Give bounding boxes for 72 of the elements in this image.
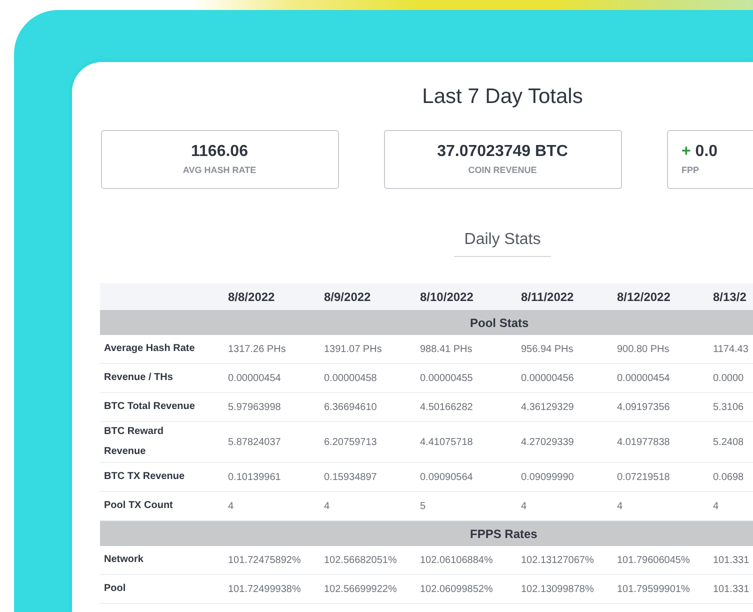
total-value: 37.07023749 BTC — [437, 142, 568, 162]
total-label: AVG HASH RATE — [182, 164, 256, 176]
row-label: Average Hash Rate — [104, 342, 196, 356]
table-cell: 988.41 PHs — [420, 344, 472, 354]
table-cell: 1391.07 PHs — [324, 344, 382, 354]
table-cell: 0.15934897 — [324, 472, 377, 482]
table-cell: 6.20759713 — [324, 436, 377, 448]
table-cell: 101.331 — [713, 554, 750, 566]
table-cell: 4 — [617, 500, 623, 512]
total-label: FPP — [682, 164, 700, 176]
table-cell: 0.00000458 — [324, 372, 377, 384]
table-cell: 101.331 — [713, 584, 750, 594]
table-cell: 102.13127067% — [521, 554, 594, 566]
table-cell: 4.41075718 — [420, 436, 473, 448]
table-cell: 1317.26 PHs — [228, 344, 286, 354]
table-cell: 5 — [420, 500, 426, 512]
table-cell: 5.3106 — [713, 402, 744, 412]
table-cell: 0.10139961 — [228, 472, 281, 482]
table-cell: 102.06106884% — [420, 554, 493, 566]
table-cell: 5.87824037 — [228, 436, 281, 448]
table-cell: 0.09090564 — [420, 472, 473, 482]
table-cell: 0.0000 — [713, 372, 744, 384]
table-cell: 0.00000456 — [521, 372, 574, 384]
table-cell: 102.56699922% — [324, 584, 397, 594]
table-cell: 101.79599901% — [617, 584, 690, 594]
table-cell: 0.09099990 — [521, 472, 574, 482]
table-cell: 900.80 PHs — [617, 344, 670, 354]
row-label: BTC Total Revenue — [104, 400, 196, 414]
column-header: 8/8/2022 — [228, 290, 275, 304]
column-header: 8/9/2022 — [324, 290, 371, 304]
table-cell: 956.94 PHs — [521, 344, 574, 354]
table-cell: 6.36694610 — [324, 402, 377, 412]
section-heading: Daily Stats — [454, 230, 551, 257]
total-value: + 0.0 — [682, 142, 718, 162]
section-title: FPPS Rates — [469, 526, 538, 540]
column-header: 8/11/2022 — [521, 290, 574, 304]
row-label: BTC Reward Revenue — [104, 425, 164, 459]
table-cell: 101.72499938% — [228, 584, 301, 594]
section-title: Pool Stats — [469, 316, 529, 330]
table-cell: 5.97963998 — [228, 402, 281, 412]
table-cell: 4 — [713, 500, 719, 512]
row-label: Network — [104, 553, 144, 567]
table-cell: 4.36129329 — [521, 402, 574, 412]
table-cell: 1174.43 — [713, 344, 748, 354]
row-label: Revenue / THs — [104, 371, 174, 385]
table-cell: 4 — [228, 500, 234, 512]
table-cell: 0.00000454 — [228, 372, 281, 384]
table-cell: 4.27029339 — [521, 436, 574, 448]
table-cell: 4.09197356 — [617, 402, 670, 412]
table-cell: 4 — [324, 500, 330, 512]
row-label: BTC TX Revenue — [104, 470, 186, 484]
total-label: COIN REVENUE — [468, 164, 537, 176]
table-cell: 4.50166282 — [420, 402, 473, 412]
table-cell: 4 — [521, 500, 527, 512]
row-label: Pool — [104, 582, 127, 596]
column-header: 8/13/2 — [713, 290, 746, 304]
table-cell: 0.07219518 — [617, 472, 670, 482]
table-cell: 0.0698 — [713, 472, 744, 482]
column-header: 8/12/2022 — [617, 290, 670, 304]
table-cell: 5.2408 — [713, 436, 744, 448]
column-header: 8/10/2022 — [420, 290, 474, 304]
page-title: Last 7 Day Totals — [422, 84, 583, 110]
table-cell: 0.00000454 — [617, 372, 670, 384]
row-label: Pool TX Count — [104, 499, 174, 513]
table-cell: 102.56682051% — [324, 554, 397, 566]
total-value: 1166.06 — [191, 142, 248, 162]
table-cell: 102.13099878% — [521, 584, 594, 594]
table-cell: 101.72475892% — [228, 554, 301, 566]
table-cell: 102.06099852% — [420, 584, 493, 594]
table-cell: 101.79606045% — [617, 554, 690, 566]
table-cell: 4.01977838 — [617, 436, 670, 448]
table-cell: 0.00000455 — [420, 372, 473, 384]
